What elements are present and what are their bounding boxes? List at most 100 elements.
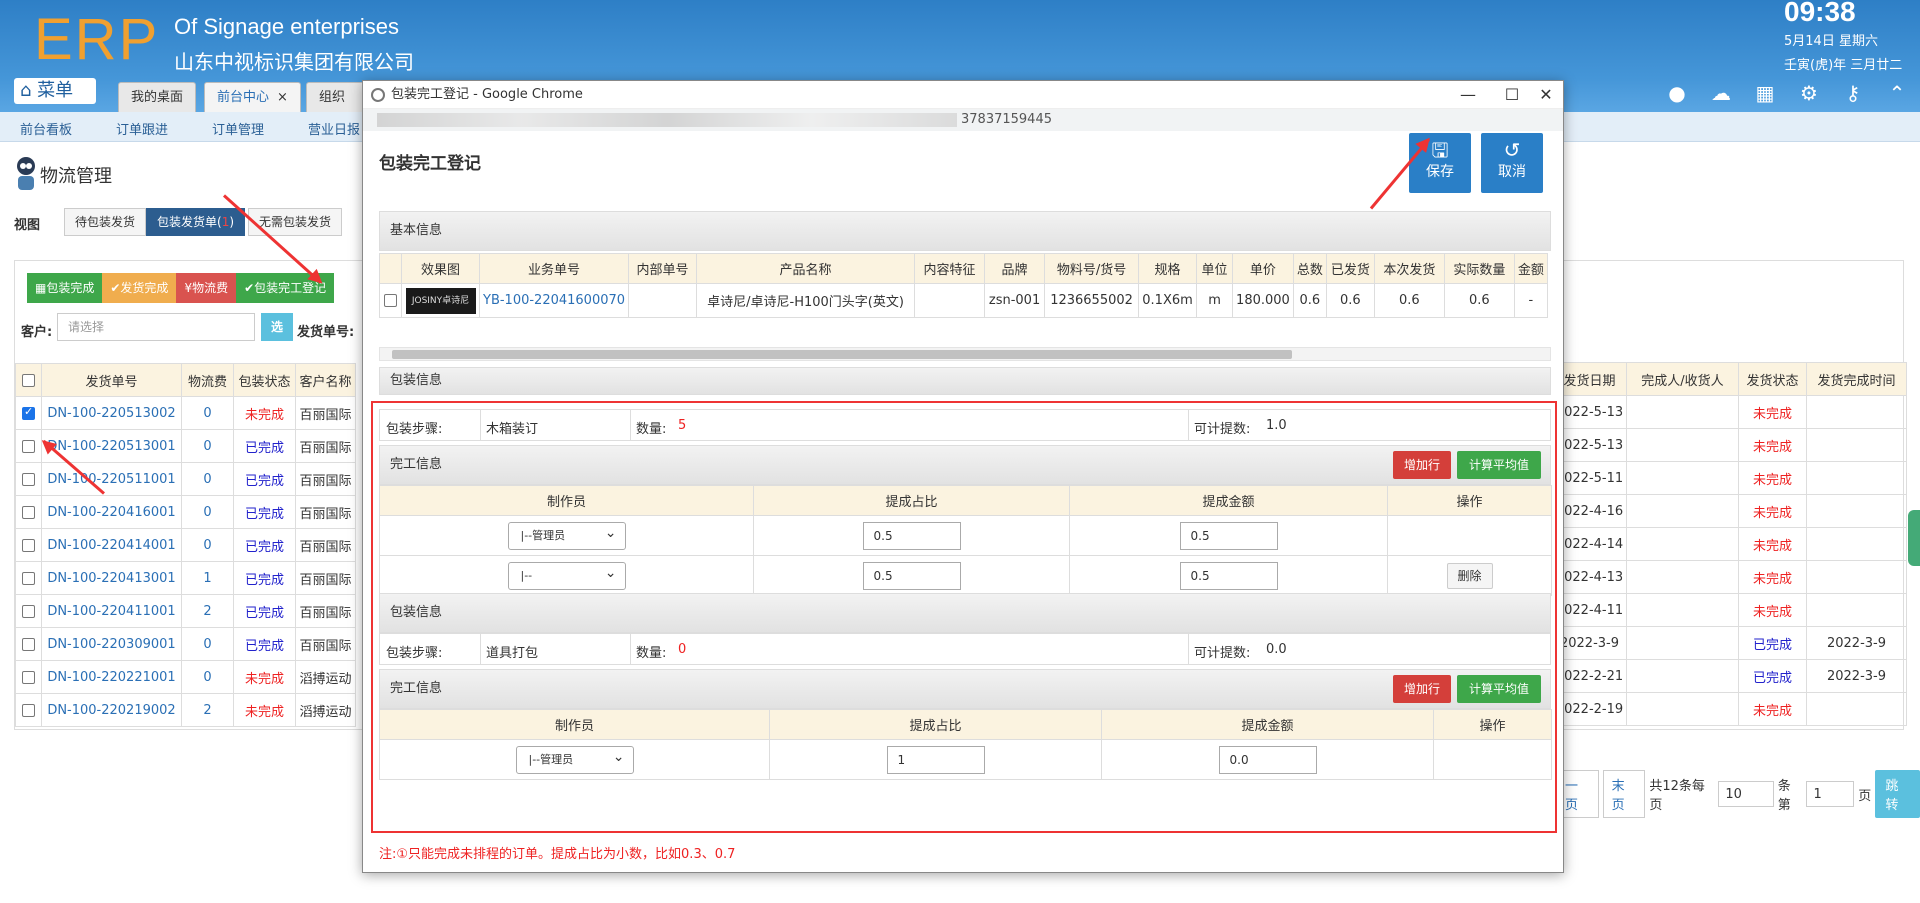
add-row-button[interactable]: 增加行 (1393, 451, 1451, 479)
pack-step-row: 包装步骤: 木箱装订 数量: 5 可计提数: 1.0 (379, 409, 1551, 441)
ship-no-link[interactable]: DN-100-220309001 (41, 627, 182, 661)
apps-icon[interactable]: ▦ (1754, 82, 1776, 104)
toolbar: ▦包装完成 ✔发货完成 ¥物流费 ✔包装完工登记 (27, 273, 335, 303)
jump-button[interactable]: 跳转 (1875, 770, 1920, 818)
ship-status: 未完成 (1738, 527, 1807, 561)
ship-no-link[interactable]: DN-100-220219002 (41, 693, 182, 727)
receiver (1626, 626, 1739, 660)
view-pending[interactable]: 待包装发货 (64, 208, 147, 236)
pack-done-button[interactable]: ▦包装完成 (27, 273, 103, 303)
table-row: 2022-4-14 未完成 (1552, 527, 1907, 561)
page-size-select[interactable]: 10 (1718, 781, 1774, 807)
table-row: 2022-5-13 未完成 (1552, 428, 1907, 462)
check-circle-icon: ✔ (244, 281, 255, 295)
fee-value: 0 (181, 429, 234, 463)
pack-status: 未完成 (233, 693, 296, 727)
receiver (1626, 428, 1739, 462)
last-page-button[interactable]: 末页 (1602, 770, 1646, 818)
customer-select-button[interactable]: 选 (261, 313, 293, 341)
ship-done-time: 2022-3-9 (1806, 626, 1907, 660)
ship-no-link[interactable]: DN-100-220413001 (41, 561, 182, 595)
pack-step-row-2: 包装步骤: 道具打包 数量: 0 可计提数: 0.0 (379, 633, 1551, 665)
cloud-upload-icon[interactable]: ☁ (1710, 82, 1732, 104)
ratio-input[interactable]: 1 (886, 745, 985, 774)
user-icon[interactable]: ● (1666, 82, 1688, 104)
amount-input[interactable]: 0.5 (1179, 521, 1278, 550)
calc-average-button[interactable]: 计算平均值 (1457, 675, 1541, 703)
close-icon[interactable]: × (277, 90, 288, 105)
calc-average-button[interactable]: 计算平均值 (1457, 451, 1541, 479)
fee-value: 0 (181, 627, 234, 661)
ship-status: 已完成 (1738, 626, 1807, 660)
pack-info-header: 包装信息 (379, 367, 1551, 395)
row-checkbox[interactable] (22, 439, 35, 453)
cancel-button[interactable]: ↺ 取消 (1481, 133, 1543, 193)
tab-desktop[interactable]: 我的桌面 (118, 82, 197, 112)
row-checkbox[interactable] (22, 604, 35, 618)
table-row: DN-100-220511001 0 已完成 百丽国际 (15, 462, 356, 496)
add-row-button[interactable]: 增加行 (1393, 675, 1451, 703)
key-icon[interactable]: ⚷ (1842, 82, 1864, 104)
business-order-link[interactable]: YB-100-22041600070 (478, 283, 630, 318)
table-row: DN-100-220411001 2 已完成 百丽国际 (15, 594, 356, 628)
row-checkbox[interactable] (22, 405, 35, 420)
maker-select[interactable]: |--管理员 (515, 744, 634, 774)
done-info-header: 完工信息 (379, 445, 1551, 485)
chevron-up-icon[interactable]: ⌃ (1886, 82, 1908, 104)
url-bar[interactable]: 37837159445 (363, 109, 1563, 131)
tab-front-center[interactable]: 前台中心 × (204, 82, 301, 112)
ship-no-link[interactable]: DN-100-220511001 (41, 462, 182, 496)
row-checkbox[interactable] (22, 538, 35, 552)
table-row: DN-100-220513001 0 已完成 百丽国际 (15, 429, 356, 463)
customer-name: 百丽国际 (295, 528, 356, 562)
table-row: |--管理员 0.5 0.5 (379, 515, 1552, 556)
header-icons: ● ☁ ▦ ⚙ ⚷ ⌃ (1666, 82, 1908, 104)
ratio-input[interactable]: 0.5 (862, 521, 961, 550)
row-checkbox[interactable] (22, 637, 35, 651)
dialog-titlebar: 包装完工登记 - Google Chrome — ☐ ✕ (363, 81, 1563, 109)
select-all-checkbox[interactable] (22, 373, 35, 387)
ratio-input[interactable]: 0.5 (862, 561, 961, 590)
avatar-icon (17, 157, 35, 190)
row-checkbox[interactable] (22, 472, 35, 486)
maker-select[interactable]: |-- (507, 560, 626, 590)
row-checkbox[interactable] (22, 505, 35, 519)
ship-no-link[interactable]: DN-100-220221001 (41, 660, 182, 694)
row-checkbox[interactable] (384, 294, 397, 307)
amount-input[interactable]: 0.0 (1218, 745, 1317, 774)
side-handle[interactable] (1908, 510, 1920, 566)
close-icon[interactable]: ✕ (1523, 81, 1569, 109)
ship-no-link[interactable]: DN-100-220411001 (41, 594, 182, 628)
row-checkbox[interactable] (22, 703, 35, 717)
minimize-icon[interactable]: — (1445, 81, 1491, 109)
horizontal-scrollbar[interactable] (379, 347, 1551, 361)
row-checkbox[interactable] (22, 670, 35, 684)
ship-done-button[interactable]: ✔发货完成 (102, 273, 177, 303)
customer-select[interactable]: 请选择 (57, 313, 255, 341)
nav-order-follow[interactable]: 订单跟进 (116, 119, 168, 138)
tab-org[interactable]: 组织机 (306, 82, 366, 112)
check-icon: ✔ (110, 281, 121, 295)
ship-no-link[interactable]: DN-100-220513002 (41, 396, 182, 430)
gear-icon[interactable]: ⚙ (1798, 82, 1820, 104)
ship-done-time (1806, 395, 1907, 429)
customer-name: 百丽国际 (295, 462, 356, 496)
nav-front-board[interactable]: 前台看板 (20, 119, 72, 138)
maker-select[interactable]: |--管理员 (507, 520, 626, 550)
row-checkbox[interactable] (22, 571, 35, 585)
done-table-1: 制作员 提成占比 提成金额 操作 |--管理员 0.5 0.5 |-- 0.5 … (379, 485, 1552, 596)
nav-order-manage[interactable]: 订单管理 (212, 119, 264, 138)
ship-no-link[interactable]: DN-100-220416001 (41, 495, 182, 529)
table-row: JOSINY卓诗尼 YB-100-22041600070 卓诗尼/卓诗尼-H10… (379, 283, 1548, 318)
chrome-icon (371, 88, 385, 102)
page-number-input[interactable]: 1 (1806, 781, 1855, 807)
amount-input[interactable]: 0.5 (1179, 561, 1278, 590)
logistics-fee-button[interactable]: ¥物流费 (176, 273, 237, 303)
receiver (1626, 560, 1739, 594)
delete-button[interactable]: 删除 (1446, 562, 1493, 589)
view-pack-ship[interactable]: 包装发货单(1) (146, 208, 246, 236)
nav-daily-report[interactable]: 营业日报 (308, 119, 360, 138)
menu-button[interactable]: ⌂ 菜单 (14, 78, 96, 104)
ship-no-link[interactable]: DN-100-220414001 (41, 528, 182, 562)
pack-status: 已完成 (233, 528, 296, 562)
